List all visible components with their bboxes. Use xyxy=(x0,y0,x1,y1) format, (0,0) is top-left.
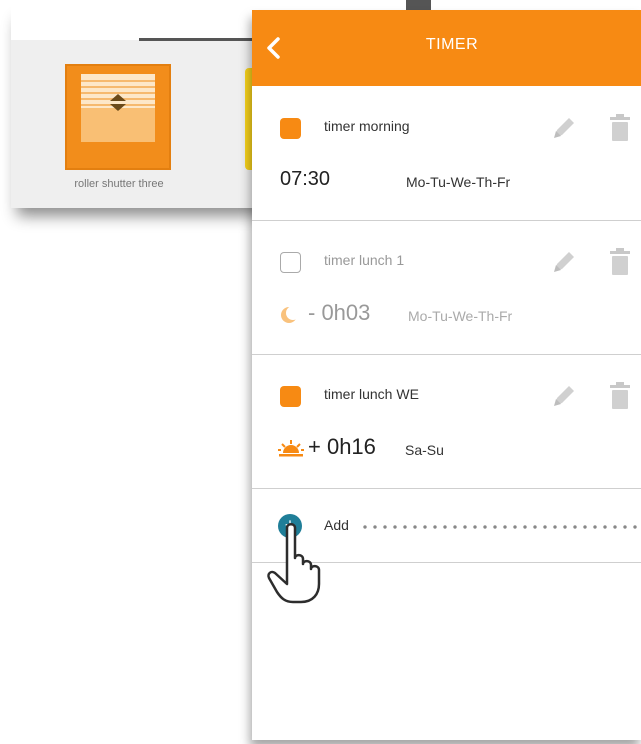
tile-label: roller shutter three xyxy=(74,178,164,190)
trash-icon[interactable] xyxy=(608,248,632,276)
timer-row: timer morning 07:30 Mo-Tu-We-Th-Fr xyxy=(252,86,641,221)
pencil-icon[interactable] xyxy=(550,248,578,276)
timer-panel: TIMER timer morning 07:30 Mo-Tu-We-Th-Fr… xyxy=(252,10,641,740)
timer-days: Mo-Tu-We-Th-Fr xyxy=(408,308,513,324)
timer-row: timer lunch WE + 0h16 Sa-Su xyxy=(252,354,641,489)
moon-icon xyxy=(281,306,300,323)
hand-pointer-icon xyxy=(267,523,321,604)
enable-checkbox[interactable] xyxy=(280,118,301,139)
timer-days: Mo-Tu-We-Th-Fr xyxy=(406,174,511,190)
timer-row: timer lunch 1 - 0h03 Mo-Tu-We-Th-Fr xyxy=(252,220,641,355)
timer-name: timer lunch WE xyxy=(324,386,419,402)
timer-time: 07:30 xyxy=(280,168,331,190)
timer-offset: + 0h16 xyxy=(308,434,376,459)
timer-offset: - 0h03 xyxy=(308,300,371,325)
pencil-icon[interactable] xyxy=(550,382,578,410)
timer-header: TIMER xyxy=(252,10,641,86)
enable-checkbox[interactable] xyxy=(280,386,301,407)
timer-name: timer morning xyxy=(324,118,410,134)
pencil-icon[interactable] xyxy=(550,114,578,142)
trash-icon[interactable] xyxy=(608,114,632,142)
trash-icon[interactable] xyxy=(608,382,632,410)
dotted-leader xyxy=(360,525,640,529)
enable-checkbox[interactable] xyxy=(280,252,301,273)
roller-shutter-tile[interactable] xyxy=(65,64,171,170)
sun-icon xyxy=(278,440,304,457)
page-title: TIMER xyxy=(425,36,479,53)
timer-name: timer lunch 1 xyxy=(324,252,405,268)
roller-shutter-icon xyxy=(81,74,155,142)
timer-days: Sa-Su xyxy=(405,442,444,458)
